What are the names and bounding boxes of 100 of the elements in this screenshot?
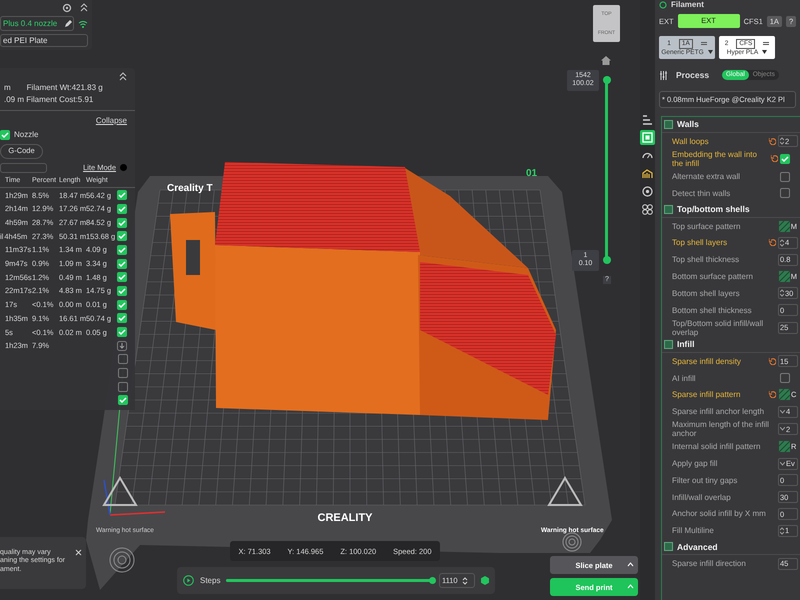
reset-icon[interactable] [769, 391, 776, 398]
section-title: Walls [677, 119, 699, 130]
check-icon [117, 313, 127, 324]
setting-label: Sparse infill pattern [672, 390, 742, 400]
printer-selector[interactable]: Plus 0.4 nozzle [0, 16, 74, 31]
check-icon [117, 218, 127, 228]
visibility-checkbox[interactable] [117, 272, 127, 282]
check-icon [0, 130, 10, 140]
layers-icon [641, 113, 654, 126]
check-icon [118, 395, 128, 406]
setting-label: Top/Bottom solid infill/wall overlap [672, 318, 764, 337]
section-icon [664, 204, 673, 214]
slider-handle[interactable] [603, 256, 611, 264]
setting-label: Maximum length of the infill anchor [672, 420, 770, 438]
play-icon[interactable] [183, 575, 194, 586]
spinner-icon[interactable] [462, 576, 468, 586]
warning-icon [102, 476, 138, 506]
collapse-link[interactable]: Collapse [96, 116, 127, 126]
spinner-icon [780, 137, 784, 146]
setting-label: Bottom shell thickness [672, 306, 753, 315]
spinner-icon [780, 526, 784, 535]
search-field[interactable] [0, 162, 47, 173]
visibility-checkbox[interactable] [117, 204, 127, 214]
setting-checkbox[interactable] [780, 154, 790, 164]
visibility-checkbox[interactable] [118, 368, 128, 378]
visibility-checkbox[interactable] [118, 395, 128, 406]
summary-text: m [4, 83, 11, 93]
section-icon [664, 542, 673, 552]
filament-icon [659, 1, 667, 9]
reset-icon[interactable] [771, 155, 778, 162]
visibility-checkbox[interactable] [117, 231, 127, 242]
visibility-checkbox[interactable] [117, 300, 127, 310]
setting-label: Internal solid infill pattern [672, 442, 762, 452]
setting-label: Sparse infill direction [672, 559, 747, 568]
pattern-icon [778, 220, 790, 232]
setting-label: AI infill [672, 374, 697, 383]
collapse-icon[interactable] [80, 3, 88, 13]
spinner-icon [780, 289, 784, 298]
visibility-checkbox[interactable] [117, 218, 127, 228]
plate-number: 01 [526, 168, 538, 179]
visibility-checkbox[interactable] [117, 190, 127, 200]
visibility-checkbox[interactable] [117, 286, 127, 296]
plate-selector[interactable]: ed PEI Plate [0, 34, 88, 47]
reset-icon[interactable] [769, 138, 776, 145]
setting-label: Infill/wall overlap [672, 492, 732, 502]
visibility-checkbox[interactable] [117, 258, 127, 269]
setting-label: Wall loops [672, 136, 710, 146]
hexagon-icon[interactable] [481, 576, 489, 585]
visibility-checkbox[interactable] [117, 313, 127, 324]
target-icon [641, 185, 654, 198]
reset-icon[interactable] [769, 358, 776, 365]
cube-icon [641, 131, 654, 144]
setting-checkbox[interactable] [780, 373, 790, 384]
warning-icon [547, 476, 583, 506]
caret-icon [780, 427, 785, 432]
summary-text: Filament Wt:421.83 g [26, 83, 103, 93]
sidebar-tab[interactable] [640, 202, 655, 217]
setting-label: Top shell layers [672, 238, 728, 248]
brand-logo: CREALITY [318, 512, 372, 524]
nozzle-checkbox[interactable] [0, 130, 10, 140]
setting-checkbox[interactable] [780, 188, 790, 198]
section-title: Advanced [677, 542, 718, 552]
summary-text: .09 m Filament Cost:5.91 [4, 95, 94, 105]
collapse-icon[interactable] [119, 72, 127, 82]
support-icon [641, 167, 654, 180]
toggle-dot-icon[interactable] [120, 164, 127, 172]
check-icon [117, 231, 127, 242]
visibility-checkbox[interactable] [118, 354, 128, 364]
setting-label: Alternate extra wall [672, 172, 742, 182]
reset-icon[interactable] [769, 239, 776, 246]
home-icon[interactable] [601, 56, 611, 65]
edit-icon[interactable] [64, 19, 73, 28]
setting-label: Sparse infill density [672, 356, 742, 366]
close-icon[interactable] [75, 549, 82, 556]
setting-label: Fill Multiline [672, 526, 715, 536]
swap-icon [763, 41, 770, 46]
check-icon [117, 272, 127, 282]
check-icon [117, 258, 127, 269]
caret-icon [762, 50, 768, 54]
visibility-checkbox[interactable] [118, 382, 128, 392]
setting-checkbox[interactable] [780, 172, 790, 182]
swap-icon [700, 41, 707, 46]
pattern-icon [779, 441, 790, 452]
section-title: Infill [677, 339, 694, 350]
visibility-checkbox[interactable] [117, 327, 127, 337]
pattern-icon [778, 271, 790, 282]
settings-icon[interactable] [62, 3, 72, 13]
pattern-icon [779, 389, 790, 400]
section-title: Filament [671, 0, 704, 10]
slider-handle[interactable] [603, 76, 611, 84]
sidebar-tab[interactable] [640, 184, 655, 199]
setting-label: Bottom shell layers [672, 288, 741, 298]
setting-label: Top shell thickness [672, 255, 740, 264]
spinner-icon [780, 238, 784, 247]
sliders-icon [659, 70, 668, 80]
check-icon [117, 244, 127, 255]
steps-slider-fill[interactable] [226, 579, 433, 582]
visibility-checkbox[interactable] [117, 244, 127, 255]
section-icon [664, 120, 673, 129]
check-icon [117, 300, 127, 310]
